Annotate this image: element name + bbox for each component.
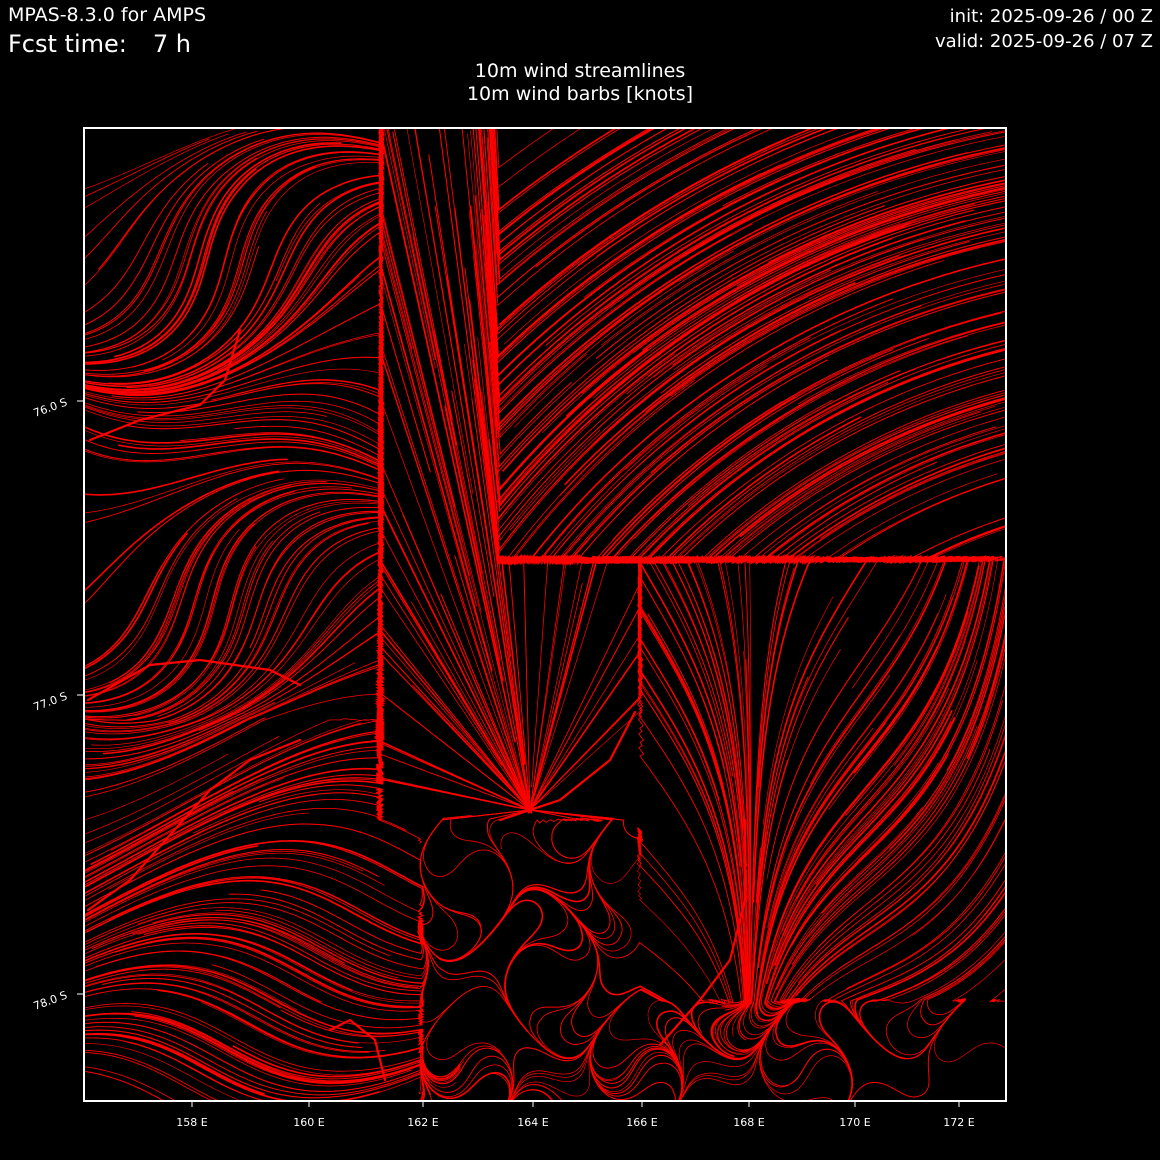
lon-tick-label: 160 E [293,1116,324,1129]
lon-tick-label: 164 E [517,1116,548,1129]
lon-tick-label: 166 E [626,1116,657,1129]
lon-tick-label: 170 E [839,1116,870,1129]
lon-tick-label: 168 E [733,1116,764,1129]
lon-tick-label: 172 E [943,1116,974,1129]
lat-tick-label: 77.0 S [32,690,69,714]
lat-axis: 76.0 S 77.0 S 78.0 S [32,396,84,1013]
lon-tick-label: 158 E [176,1116,207,1129]
lon-axis: 158 E 160 E 162 E 164 E 166 E 168 E 170 … [176,1101,975,1129]
lat-tick-label: 78.0 S [32,989,69,1013]
map-plot: 158 E 160 E 162 E 164 E 166 E 168 E 170 … [32,127,1007,1129]
lat-tick-label: 76.0 S [32,396,69,420]
map-area [84,128,1006,1101]
lon-tick-label: 162 E [407,1116,438,1129]
